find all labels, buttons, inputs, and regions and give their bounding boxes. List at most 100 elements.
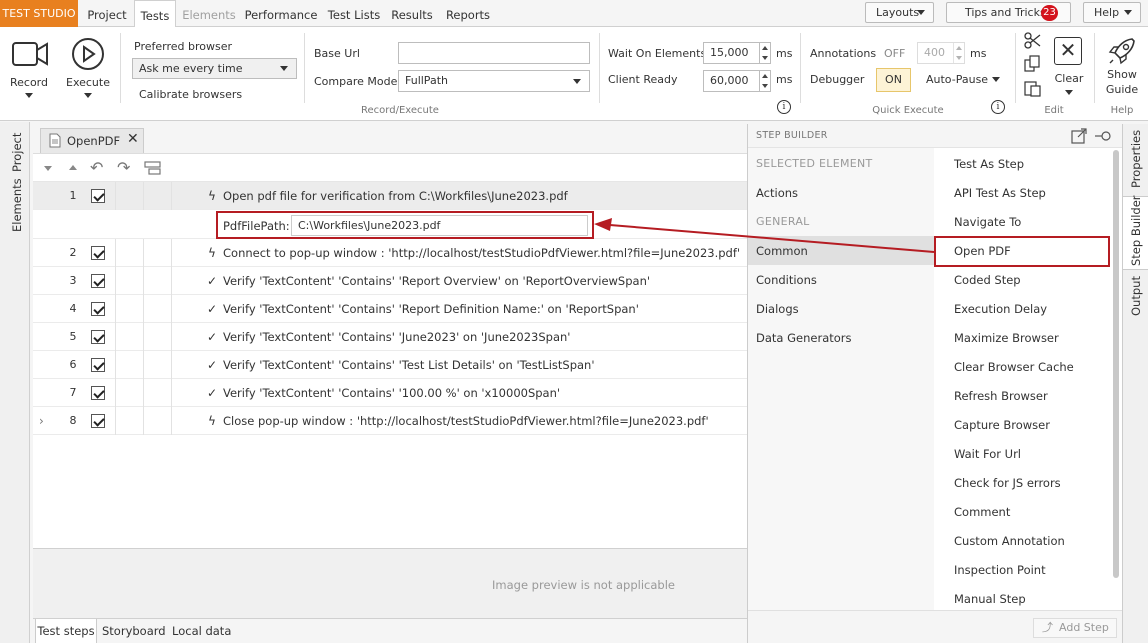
step-item[interactable]: Manual Step — [954, 592, 1026, 606]
tab-performance[interactable]: Performance — [242, 0, 320, 27]
side-tab-elements[interactable]: Elements — [10, 178, 24, 232]
tab-elements[interactable]: Elements — [178, 0, 240, 27]
step-item[interactable]: Wait For Url — [954, 447, 1021, 461]
tab-test-lists[interactable]: Test Lists — [322, 0, 386, 27]
chevron-down-icon — [280, 66, 288, 71]
step-item[interactable]: Refresh Browser — [954, 389, 1048, 403]
auto-pause-dropdown[interactable]: Auto-Pause — [926, 73, 988, 86]
app-logo[interactable]: TEST STUDIO — [0, 0, 78, 27]
undo-icon[interactable]: ↶ — [90, 158, 103, 177]
table-row[interactable]: 5 ✓ Verify 'TextContent' 'Contains' 'Jun… — [33, 323, 747, 351]
cut-icon[interactable] — [1023, 32, 1043, 50]
step-item[interactable]: Navigate To — [954, 215, 1021, 229]
client-ready-input[interactable]: 60,000 — [703, 70, 771, 92]
scrollbar-thumb[interactable] — [1113, 150, 1119, 578]
step-item[interactable]: Execution Delay — [954, 302, 1047, 316]
spinner-arrows-icon[interactable] — [953, 43, 964, 63]
pop-out-icon[interactable] — [1071, 128, 1087, 144]
step-item[interactable]: Test As Step — [954, 157, 1024, 171]
step-enabled-checkbox[interactable] — [91, 414, 105, 428]
side-tab-project[interactable]: Project — [10, 133, 24, 172]
ribbon-divider — [120, 33, 121, 103]
chevron-down-icon[interactable] — [992, 77, 1000, 82]
annotations-toggle[interactable]: OFF — [884, 47, 905, 60]
tab-results[interactable]: Results — [388, 0, 436, 27]
preferred-browser-select[interactable]: Ask me every time — [132, 58, 297, 79]
pin-icon[interactable] — [1094, 130, 1112, 142]
category-conditions[interactable]: Conditions — [756, 273, 817, 287]
calibrate-browsers-button[interactable]: Calibrate browsers — [139, 88, 242, 101]
step-enabled-checkbox[interactable] — [91, 189, 105, 203]
doc-tab-openpdf[interactable]: OpenPDF ✕ — [40, 128, 144, 153]
show-guide-button[interactable]: Show Guide — [1100, 33, 1144, 99]
step-enabled-checkbox[interactable] — [91, 246, 105, 260]
table-row[interactable]: 4 ✓ Verify 'TextContent' 'Contains' 'Rep… — [33, 295, 747, 323]
copy-icon[interactable] — [1023, 55, 1043, 73]
side-tab-output[interactable]: Output — [1129, 276, 1143, 316]
step-layout-icon[interactable] — [144, 161, 161, 175]
clear-button[interactable]: ✕ Clear — [1052, 35, 1086, 105]
show-guide-label-2: Guide — [1105, 83, 1139, 96]
step-item[interactable]: Check for JS errors — [954, 476, 1061, 490]
execute-label: Execute — [66, 76, 110, 89]
step-item[interactable]: Clear Browser Cache — [954, 360, 1074, 374]
compare-mode-select[interactable]: FullPath — [398, 70, 590, 92]
ribbon-divider — [1015, 33, 1016, 103]
tab-project[interactable]: Project — [80, 0, 134, 27]
step-item[interactable]: Custom Annotation — [954, 534, 1065, 548]
table-row[interactable]: 6 ✓ Verify 'TextContent' 'Contains' 'Tes… — [33, 351, 747, 379]
step-item[interactable]: Comment — [954, 505, 1010, 519]
move-up-icon[interactable] — [69, 165, 77, 170]
step-item[interactable]: Maximize Browser — [954, 331, 1059, 345]
paste-icon[interactable] — [1023, 79, 1043, 97]
step-item[interactable]: Coded Step — [954, 273, 1021, 287]
tab-reports[interactable]: Reports — [440, 0, 496, 27]
step-item-open-pdf[interactable]: Open PDF — [954, 244, 1011, 258]
table-row[interactable]: 3 ✓ Verify 'TextContent' 'Contains' 'Rep… — [33, 267, 747, 295]
add-step-button[interactable]: ⤴ Add Step — [1033, 618, 1117, 638]
layouts-dropdown[interactable]: Layouts — [865, 2, 934, 23]
annotations-value: 400 — [924, 46, 945, 59]
chevron-right-icon[interactable]: › — [39, 407, 44, 435]
step-item[interactable]: Capture Browser — [954, 418, 1050, 432]
help-dropdown[interactable]: Help — [1083, 2, 1141, 23]
compare-mode-value: FullPath — [405, 74, 448, 87]
category-actions[interactable]: Actions — [756, 186, 798, 200]
step-item[interactable]: Inspection Point — [954, 563, 1046, 577]
step-number: 1 — [69, 189, 77, 202]
execute-button[interactable]: Execute — [64, 35, 112, 105]
step-enabled-checkbox[interactable] — [91, 358, 105, 372]
info-icon[interactable]: i — [777, 100, 791, 114]
step-enabled-checkbox[interactable] — [91, 386, 105, 400]
table-row[interactable]: 7 ✓ Verify 'TextContent' 'Contains' '100… — [33, 379, 747, 407]
step-enabled-checkbox[interactable] — [91, 274, 105, 288]
pdf-file-path-input[interactable]: C:\Workfiles\June2023.pdf — [291, 215, 588, 236]
table-row[interactable]: 1 ϟ Open pdf file for verification from … — [33, 182, 747, 210]
side-tab-step-builder[interactable]: Step Builder — [1129, 195, 1143, 266]
spinner-arrows-icon[interactable] — [759, 71, 770, 91]
step-enabled-checkbox[interactable] — [91, 302, 105, 316]
redo-icon[interactable]: ↷ — [117, 158, 130, 177]
table-row[interactable]: › 8 ϟ Close pop-up window : 'http://loca… — [33, 407, 747, 435]
step-number: 6 — [69, 358, 77, 371]
record-button[interactable]: Record — [6, 35, 52, 105]
wait-on-elements-input[interactable]: 15,000 — [703, 42, 771, 64]
spinner-arrows-icon[interactable] — [759, 43, 770, 63]
tab-test-steps[interactable]: Test steps — [35, 619, 97, 643]
base-url-input[interactable] — [398, 42, 590, 64]
annotations-delay-input[interactable]: 400 — [917, 42, 965, 64]
tab-storyboard[interactable]: Storyboard — [102, 619, 166, 643]
step-enabled-checkbox[interactable] — [91, 330, 105, 344]
step-item[interactable]: API Test As Step — [954, 186, 1046, 200]
category-dialogs[interactable]: Dialogs — [756, 302, 799, 316]
category-data-generators[interactable]: Data Generators — [756, 331, 852, 345]
side-tab-properties[interactable]: Properties — [1129, 130, 1143, 188]
move-down-icon[interactable] — [44, 166, 52, 171]
tab-local-data[interactable]: Local data — [172, 619, 231, 643]
tab-tests[interactable]: Tests — [134, 0, 176, 28]
debugger-toggle[interactable]: ON — [876, 68, 911, 92]
check-icon: ✓ — [206, 358, 218, 372]
close-icon[interactable]: ✕ — [127, 131, 139, 147]
info-icon[interactable]: i — [991, 100, 1005, 114]
tips-and-tricks-button[interactable]: Tips and Tricks 23 — [946, 2, 1071, 23]
